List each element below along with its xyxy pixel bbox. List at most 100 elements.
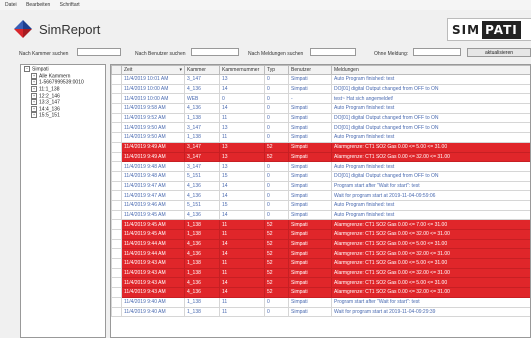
cell-meldung: Auto Program finished: test bbox=[331, 103, 530, 114]
expand-icon[interactable]: + bbox=[31, 112, 37, 119]
cell-zeit: 11/4/2019 9:45 AM bbox=[121, 229, 185, 240]
collapse-icon[interactable]: − bbox=[24, 66, 30, 72]
row-selector[interactable] bbox=[111, 151, 122, 163]
table-row[interactable]: 11/4/2019 9:49 AM 3_147 13 52 Simpati Alarmgr… bbox=[111, 141, 530, 153]
cell-benutzer: Simpati bbox=[288, 306, 332, 318]
cell-zeit: 11/4/2019 9:43 AM bbox=[121, 267, 185, 279]
table-row[interactable]: 11/4/2019 9:48 AM 3_147 13 0 Simpati Auto Pro… bbox=[111, 161, 530, 172]
menu-bearbeiten[interactable]: Bearbeiten bbox=[26, 0, 50, 11]
row-selector[interactable] bbox=[111, 209, 122, 221]
tree-root[interactable]: − Simpati bbox=[21, 66, 105, 73]
refresh-button[interactable]: aktualisieren bbox=[467, 48, 531, 57]
message-search-input[interactable] bbox=[310, 48, 356, 56]
row-selector[interactable] bbox=[111, 74, 122, 85]
expand-icon[interactable]: + bbox=[31, 105, 37, 112]
tree-item[interactable]: +11:1_138 bbox=[21, 85, 105, 93]
table-row[interactable]: 11/4/2019 9:45 AM 1_138 11 52 Simpati Alarmgr… bbox=[111, 219, 530, 230]
cell-zeit: 11/4/2019 10:00 AM bbox=[121, 93, 185, 105]
row-selector[interactable] bbox=[111, 296, 122, 308]
cell-zeit: 11/4/2019 9:40 AM bbox=[121, 296, 185, 308]
expand-icon[interactable]: + bbox=[31, 99, 37, 106]
row-selector[interactable] bbox=[111, 248, 122, 260]
table-row[interactable]: 11/4/2019 9:52 AM 1_138 11 0 Simpati DO[01] d… bbox=[111, 112, 530, 124]
row-selector[interactable] bbox=[111, 306, 122, 318]
row-selector[interactable] bbox=[111, 83, 122, 95]
tree-item[interactable]: +15:5_151 bbox=[21, 112, 105, 119]
report-grid[interactable]: Zeit ▾ Kammer Kammernummer Typ Benutzer … bbox=[110, 64, 531, 338]
table-row[interactable]: 11/4/2019 9:40 AM 1_138 11 0 Simpati Program … bbox=[111, 296, 530, 308]
row-selector[interactable] bbox=[111, 161, 122, 172]
table-row[interactable]: 11/4/2019 10:00 AM 4_136 14 0 Simpati DO[01] … bbox=[111, 83, 530, 95]
row-selector[interactable] bbox=[111, 229, 122, 240]
menu-datei[interactable]: Datei bbox=[5, 0, 17, 11]
table-row[interactable]: 11/4/2019 9:43 AM 1_138 11 52 Simpati Alarmgr… bbox=[111, 258, 530, 269]
table-row[interactable]: 11/4/2019 9:58 AM 4_136 14 0 Simpati Auto Pro… bbox=[111, 103, 530, 114]
cell-zeit: 11/4/2019 10:00 AM bbox=[121, 83, 185, 95]
expand-icon[interactable]: + bbox=[31, 92, 37, 99]
table-row[interactable]: 11/4/2019 9:45 AM 4_136 14 0 Simpati Auto Pro… bbox=[111, 209, 530, 221]
cell-kammernummer: 13 bbox=[219, 161, 265, 172]
room-search-input[interactable] bbox=[77, 48, 121, 56]
tree-item[interactable]: +13:3_147 bbox=[21, 99, 105, 106]
row-selector[interactable] bbox=[111, 141, 122, 153]
row-selector[interactable] bbox=[111, 170, 122, 182]
tree-item[interactable]: +1-5667999539:0010 bbox=[21, 79, 105, 86]
cell-benutzer: Simpati bbox=[288, 287, 332, 298]
cell-kammernummer: 0 bbox=[219, 93, 265, 105]
row-selector[interactable] bbox=[111, 238, 122, 250]
table-row[interactable]: 11/4/2019 9:47 AM 4_136 14 0 Simpati Wait for… bbox=[111, 190, 530, 201]
cell-typ: 52 bbox=[264, 277, 289, 289]
table-row[interactable]: 11/4/2019 9:44 AM 4_136 14 52 Simpati Alarmgr… bbox=[111, 238, 530, 250]
row-selector[interactable] bbox=[111, 93, 122, 105]
cell-benutzer: Simpati bbox=[288, 199, 332, 211]
row-selector[interactable] bbox=[111, 277, 122, 289]
menu-schriftart[interactable]: Schriftart bbox=[60, 0, 80, 11]
cell-kammernummer: 14 bbox=[219, 83, 265, 95]
table-row[interactable]: 11/4/2019 9:50 AM 3_147 13 0 Simpati DO[01] d… bbox=[111, 122, 530, 134]
tree-item[interactable]: +14:4_136 bbox=[21, 105, 105, 113]
table-row[interactable]: 11/4/2019 10:01 AM 3_147 13 0 Simpati Auto Pr… bbox=[111, 74, 530, 85]
row-selector[interactable] bbox=[111, 199, 122, 211]
table-row[interactable]: 11/4/2019 9:46 AM 5_151 15 0 Simpati Auto Pro… bbox=[111, 199, 530, 211]
table-row[interactable]: 11/4/2019 9:50 AM 1_138 11 0 Simpati Auto Pro… bbox=[111, 132, 530, 143]
column-header-typ[interactable]: Typ bbox=[264, 65, 289, 75]
row-selector[interactable] bbox=[111, 287, 122, 298]
column-header-zeit[interactable]: Zeit ▾ bbox=[121, 65, 185, 75]
cell-meldung: test~ Hat sich angemeldet! bbox=[331, 93, 530, 105]
table-row[interactable]: 11/4/2019 9:49 AM 3_147 13 52 Simpati Alarmgr… bbox=[111, 151, 530, 163]
cell-zeit: 11/4/2019 9:43 AM bbox=[121, 277, 185, 289]
table-row[interactable]: 11/4/2019 9:45 AM 1_138 11 52 Simpati Alarmgr… bbox=[111, 229, 530, 240]
cell-kammernummer: 14 bbox=[219, 248, 265, 260]
column-header-benutzer[interactable]: Benutzer bbox=[288, 65, 332, 75]
row-selector[interactable] bbox=[111, 180, 122, 192]
table-row[interactable]: 11/4/2019 9:43 AM 1_138 11 52 Simpati Alarmgr… bbox=[111, 267, 530, 279]
row-selector[interactable] bbox=[111, 103, 122, 114]
cell-meldung: Auto Program finished: test bbox=[331, 161, 530, 172]
row-selector[interactable] bbox=[111, 112, 122, 124]
table-row[interactable]: 11/4/2019 9:43 AM 4_136 14 52 Simpati Alarmgr… bbox=[111, 287, 530, 298]
table-row[interactable]: 11/4/2019 9:47 AM 4_136 14 0 Simpati Program … bbox=[111, 180, 530, 192]
row-selector[interactable] bbox=[111, 219, 122, 230]
expand-icon[interactable]: + bbox=[31, 79, 37, 86]
column-header-meldungen[interactable]: Meldungen bbox=[331, 65, 530, 75]
tree-item[interactable]: +12:2_146 bbox=[21, 92, 105, 100]
room-tree[interactable]: − Simpati + Alle Kammern +1-5667999539:001… bbox=[20, 64, 106, 338]
table-row[interactable]: 11/4/2019 10:00 AM WEB 0 0- test~ Hat sich a… bbox=[111, 93, 530, 105]
column-header-kammernummer[interactable]: Kammernummer bbox=[219, 65, 265, 75]
row-selector[interactable] bbox=[111, 122, 122, 134]
expand-icon[interactable]: + bbox=[31, 72, 37, 79]
column-header-kammer[interactable]: Kammer bbox=[184, 65, 220, 75]
table-row[interactable]: 11/4/2019 9:48 AM 5_151 15 0 Simpati DO[01] d… bbox=[111, 170, 530, 182]
table-row[interactable]: 11/4/2019 9:43 AM 4_136 14 52 Simpati Alarmgr… bbox=[111, 277, 530, 289]
tree-item[interactable]: + Alle Kammern bbox=[21, 72, 105, 80]
row-selector[interactable] bbox=[111, 258, 122, 269]
no-message-input[interactable] bbox=[413, 48, 461, 56]
table-row[interactable]: 11/4/2019 9:40 AM 1_138 11 0 Simpati Wait for… bbox=[111, 306, 530, 318]
row-selector[interactable] bbox=[111, 132, 122, 143]
table-row[interactable]: 11/4/2019 9:44 AM 4_136 14 52 Simpati Alarmgr… bbox=[111, 248, 530, 260]
expand-icon[interactable]: + bbox=[31, 85, 37, 92]
row-selector[interactable] bbox=[111, 190, 122, 201]
user-search-input[interactable] bbox=[191, 48, 239, 56]
row-selector[interactable] bbox=[111, 267, 122, 279]
logo-text-pati: PATI bbox=[482, 20, 521, 39]
